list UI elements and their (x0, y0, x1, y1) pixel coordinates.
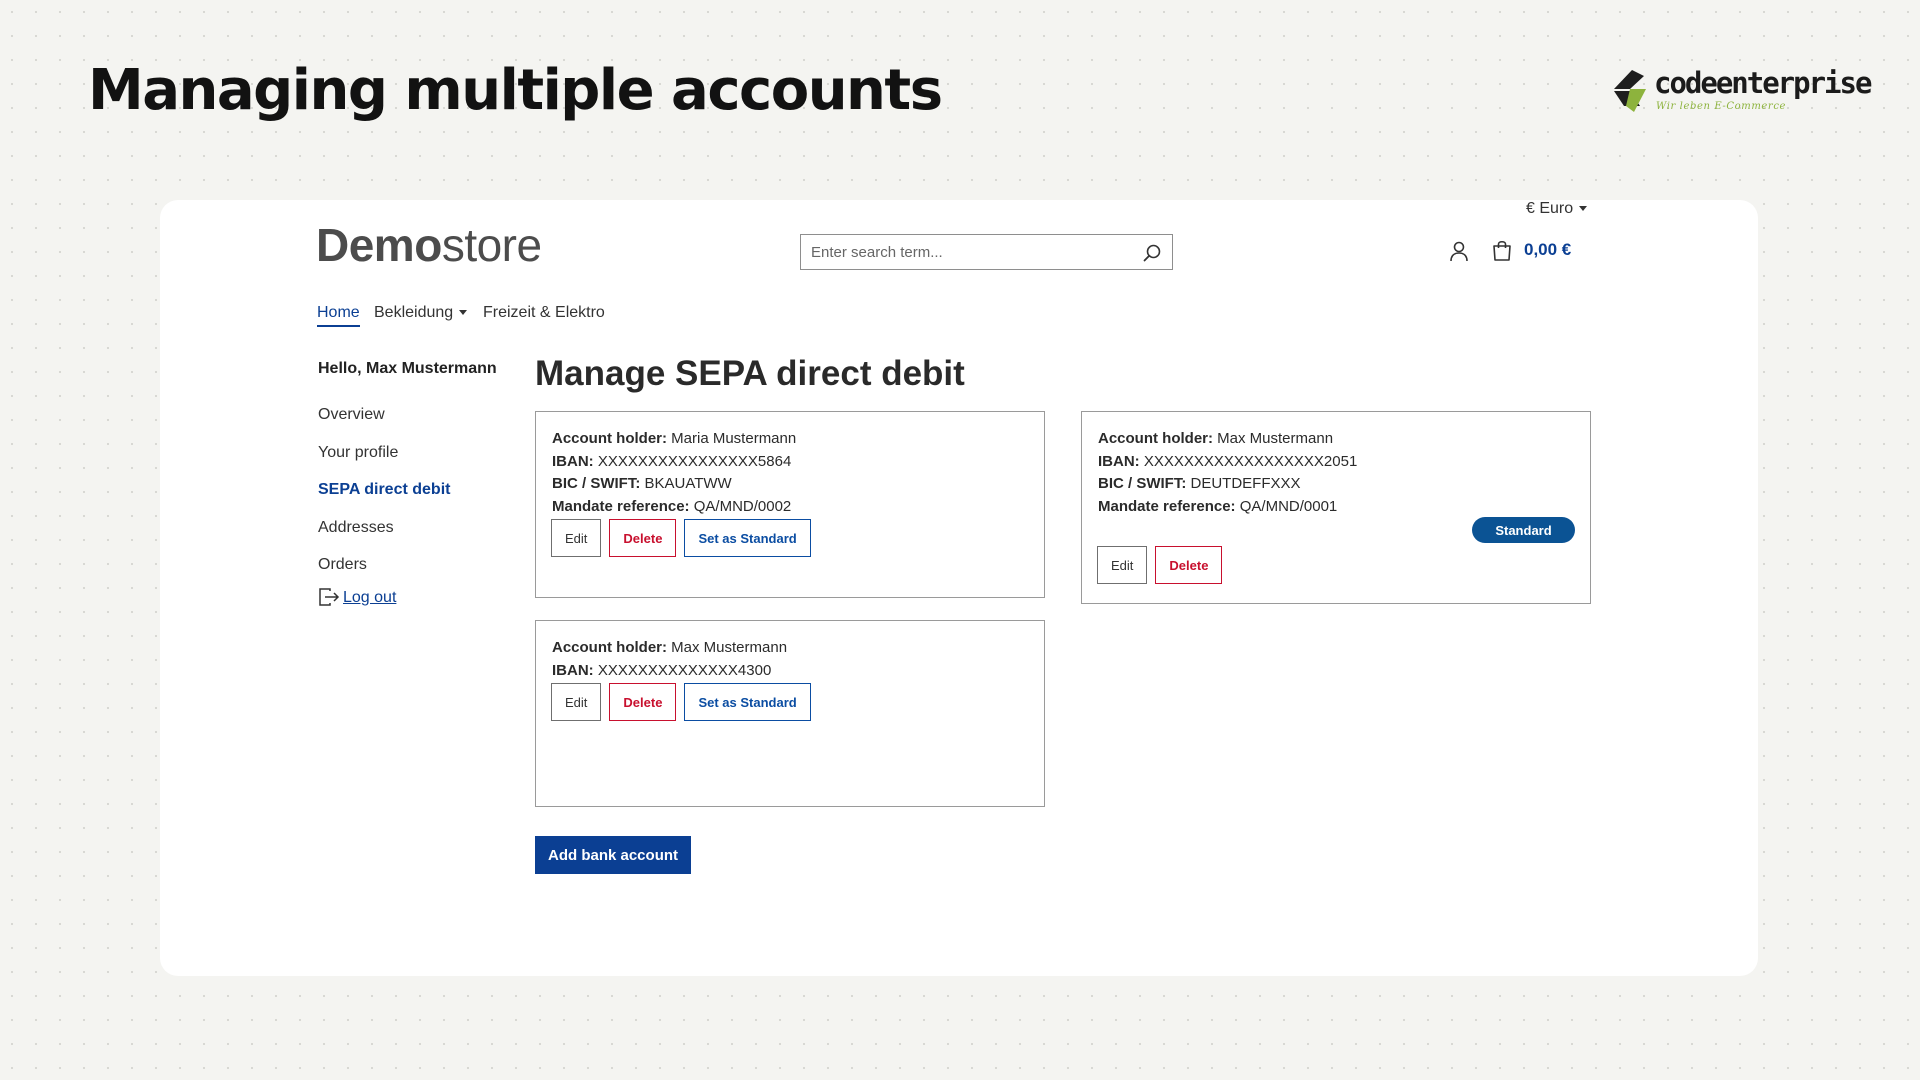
mandate-row: Mandate reference: QA/MND/0001 (1098, 497, 1338, 515)
store-logo[interactable]: Demostore (316, 222, 542, 268)
account-actions: Edit Delete (1097, 546, 1223, 584)
nav-freizeit-elektro[interactable]: Freizeit & Elektro (483, 304, 605, 322)
logout-link[interactable]: Log out (318, 587, 396, 607)
mandate-reference: QA/MND/0001 (1239, 497, 1338, 515)
bic: DEUTDEFFXXX (1190, 475, 1301, 492)
search-box (800, 234, 1173, 270)
store-screenshot: € Euro Demostore 0,00 € Home Bekleidung … (160, 200, 1758, 976)
iban-row: IBAN: XXXXXXXXXXXXXX4300 (552, 661, 772, 679)
slide-title: Managing multiple accounts (88, 58, 943, 123)
bic: BKAUATWW (644, 475, 732, 492)
logout-label: Log out (343, 589, 397, 606)
search-icon[interactable] (1142, 243, 1162, 263)
set-standard-button[interactable]: Set as Standard (684, 683, 811, 721)
nav-bekleidung[interactable]: Bekleidung (374, 304, 468, 322)
iban-row: IBAN: XXXXXXXXXXXXXXXXXX2051 (1098, 452, 1358, 470)
store-logo-light: store (441, 219, 542, 271)
add-bank-account-button[interactable]: Add bank account (535, 836, 692, 874)
standard-badge: Standard (1472, 517, 1575, 543)
sidebar-item-addresses[interactable]: Addresses (318, 519, 394, 537)
currency-label: € Euro (1526, 200, 1574, 217)
set-standard-button[interactable]: Set as Standard (684, 519, 811, 557)
account-details: Account holder: Maria Mustermann IBAN: X… (552, 428, 796, 518)
account-holder: Maria Mustermann (671, 430, 797, 447)
bank-account-card: Account holder: Max Mustermann IBAN: XXX… (1081, 411, 1591, 604)
logo-text: codeenterprise (1654, 66, 1872, 100)
cart-total[interactable]: 0,00 € (1524, 240, 1571, 260)
cart-icon[interactable] (1490, 238, 1514, 262)
iban: XXXXXXXXXXXXXX4300 (597, 661, 772, 679)
iban-row: IBAN: XXXXXXXXXXXXXXXX5864 (552, 452, 792, 470)
sidebar-item-profile[interactable]: Your profile (318, 444, 398, 462)
mandate-row: Mandate reference: QA/MND/0002 (552, 497, 792, 515)
account-details: Account holder: Max Mustermann IBAN: XXX… (552, 637, 787, 682)
nav-home[interactable]: Home (317, 304, 360, 327)
bic-row: BIC / SWIFT: BKAUATWW (552, 475, 732, 492)
mandate-reference: QA/MND/0002 (693, 497, 792, 515)
chevron-down-icon (459, 310, 468, 316)
account-holder-row: Account holder: Maria Mustermann (552, 430, 797, 447)
account-holder: Max Mustermann (1217, 430, 1334, 447)
delete-button[interactable]: Delete (609, 519, 677, 557)
delete-button[interactable]: Delete (1155, 546, 1223, 584)
edit-button[interactable]: Edit (1097, 546, 1148, 584)
logo-mark-icon (1614, 70, 1646, 112)
store-logo-strong: Demo (316, 219, 442, 271)
greeting: Hello, Max Mustermann (318, 360, 497, 377)
iban: XXXXXXXXXXXXXXXX5864 (597, 452, 792, 470)
page-title: Manage SEPA direct debit (535, 354, 965, 393)
account-holder: Max Mustermann (671, 639, 788, 656)
logout-icon (319, 588, 340, 606)
search-input[interactable] (801, 235, 1141, 269)
account-holder-row: Account holder: Max Mustermann (552, 639, 788, 656)
sidebar-item-overview[interactable]: Overview (318, 406, 385, 424)
account-details: Account holder: Max Mustermann IBAN: XXX… (1098, 428, 1357, 518)
account-actions: Edit Delete Set as Standard (551, 683, 811, 721)
sidebar-item-orders[interactable]: Orders (318, 556, 367, 574)
currency-selector[interactable]: € Euro (1526, 200, 1588, 218)
account-holder-row: Account holder: Max Mustermann (1098, 430, 1334, 447)
delete-button[interactable]: Delete (609, 683, 677, 721)
sidebar-item-sepa[interactable]: SEPA direct debit (318, 481, 450, 499)
iban: XXXXXXXXXXXXXXXXXX2051 (1143, 452, 1358, 470)
bank-account-card: Account holder: Maria Mustermann IBAN: X… (535, 411, 1045, 598)
nav-bekleidung-label: Bekleidung (374, 304, 454, 321)
codeenterprise-logo: codeenterprise Wir leben E-Commerce (1610, 66, 1872, 116)
bank-account-card: Account holder: Max Mustermann IBAN: XXX… (535, 620, 1045, 807)
logo-tagline: Wir leben E-Commerce (1656, 101, 1787, 112)
account-icon[interactable] (1448, 240, 1470, 262)
edit-button[interactable]: Edit (551, 519, 602, 557)
account-actions: Edit Delete Set as Standard (551, 519, 811, 557)
edit-button[interactable]: Edit (551, 683, 602, 721)
bic-row: BIC / SWIFT: DEUTDEFFXXX (1098, 475, 1301, 492)
caret-down-icon (1579, 206, 1588, 212)
